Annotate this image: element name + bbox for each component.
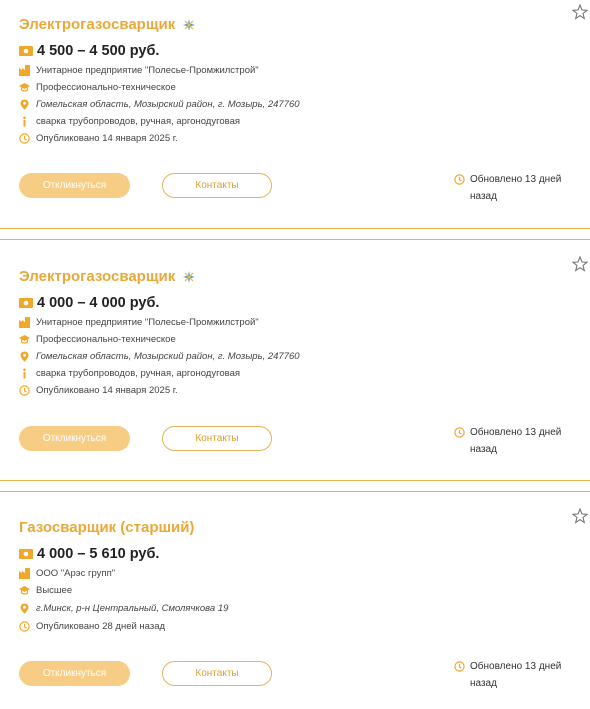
clock-icon (454, 174, 465, 185)
updated-info: Обновлено 13 дней назад (454, 171, 574, 205)
money-icon (19, 46, 33, 56)
skills-text: сварка трубопроводов, ручная, аргонодуго… (36, 116, 240, 127)
updated-info: Обновлено 13 дней назад (454, 658, 574, 692)
updated-line2: назад (470, 678, 497, 689)
published-text: Опубликовано 28 дней назад (36, 621, 166, 632)
skills-row: сварка трубопроводов, ручная, аргонодуго… (19, 368, 240, 379)
company-name[interactable]: Унитарное предприятие "Полесье-Промжилст… (36, 65, 259, 76)
education-text: Высшее (36, 585, 73, 596)
location-icon (20, 99, 29, 110)
updated-line1: Обновлено 13 дней (470, 427, 562, 438)
location-icon (20, 603, 29, 614)
education-text: Профессионально-техническое (36, 334, 176, 345)
star-icon[interactable] (572, 4, 588, 20)
education-row: Высшее (19, 585, 72, 596)
education-row: Профессионально-техническое (19, 82, 176, 93)
respond-button[interactable]: Откликнуться (19, 661, 130, 686)
updated-line2: назад (470, 191, 497, 202)
published-text: Опубликовано 14 января 2025 г. (36, 133, 178, 144)
location-row: Гомельская область, Мозырский район, г. … (19, 99, 300, 110)
card-divider (0, 228, 590, 240)
salary: 4 500 – 4 500 руб. (19, 43, 159, 59)
contacts-button[interactable]: Контакты (162, 661, 272, 686)
spark-icon (183, 18, 196, 31)
salary: 4 000 – 5 610 руб. (19, 546, 159, 562)
star-icon[interactable] (572, 508, 588, 524)
skills-text: сварка трубопроводов, ручная, аргонодуго… (36, 368, 240, 379)
card-divider (0, 480, 590, 492)
respond-button[interactable]: Откликнуться (19, 426, 130, 451)
location-text: Гомельская область, Мозырский район, г. … (36, 351, 300, 362)
money-icon (19, 549, 33, 559)
vacancy-title-text[interactable]: Электрогазосварщик (19, 268, 175, 285)
company-row: Унитарное предприятие "Полесье-Промжилст… (19, 65, 259, 76)
info-icon (23, 368, 26, 379)
info-icon (23, 116, 26, 127)
location-icon (20, 351, 29, 362)
vacancy-card: Газосварщик (старший) 4 000 – 5 610 руб.… (0, 508, 590, 709)
star-icon[interactable] (572, 256, 588, 272)
education-row: Профессионально-техническое (19, 334, 176, 345)
updated-line1: Обновлено 13 дней (470, 174, 562, 185)
updated-line1: Обновлено 13 дней (470, 661, 562, 672)
company-icon (19, 568, 30, 579)
company-name[interactable]: ООО "Арэс групп" (36, 568, 115, 579)
vacancy-title[interactable]: Электрогазосварщик (19, 16, 196, 33)
published-row: Опубликовано 14 января 2025 г. (19, 133, 178, 144)
education-icon (19, 83, 30, 92)
clock-icon (454, 661, 465, 672)
clock-icon (19, 385, 30, 396)
vacancy-title[interactable]: Газосварщик (старший) (19, 519, 194, 536)
vacancy-title-text[interactable]: Газосварщик (старший) (19, 519, 194, 536)
respond-button[interactable]: Откликнуться (19, 173, 130, 198)
company-icon (19, 65, 30, 76)
contacts-button[interactable]: Контакты (162, 173, 272, 198)
spark-icon (183, 270, 196, 283)
salary: 4 000 – 4 000 руб. (19, 295, 159, 311)
salary-text: 4 500 – 4 500 руб. (37, 43, 160, 59)
clock-icon (19, 621, 30, 632)
skills-row: сварка трубопроводов, ручная, аргонодуго… (19, 116, 240, 127)
location-row: г.Минск, р-н Центральный, Смолячкова 19 (19, 603, 228, 614)
education-text: Профессионально-техническое (36, 82, 176, 93)
company-row: ООО "Арэс групп" (19, 568, 115, 579)
published-row: Опубликовано 28 дней назад (19, 621, 165, 632)
salary-text: 4 000 – 4 000 руб. (37, 295, 160, 311)
contacts-button[interactable]: Контакты (162, 426, 272, 451)
updated-line2: назад (470, 444, 497, 455)
vacancy-card: Электрогазосварщик 4 500 – 4 500 руб. Ун… (0, 4, 590, 228)
location-text: Гомельская область, Мозырский район, г. … (36, 99, 300, 110)
company-name[interactable]: Унитарное предприятие "Полесье-Промжилст… (36, 317, 259, 328)
location-row: Гомельская область, Мозырский район, г. … (19, 351, 300, 362)
published-text: Опубликовано 14 января 2025 г. (36, 385, 178, 396)
updated-info: Обновлено 13 дней назад (454, 424, 574, 458)
salary-text: 4 000 – 5 610 руб. (37, 546, 160, 562)
published-row: Опубликовано 14 января 2025 г. (19, 385, 178, 396)
vacancy-title[interactable]: Электрогазосварщик (19, 268, 196, 285)
location-text: г.Минск, р-н Центральный, Смолячкова 19 (36, 603, 229, 614)
clock-icon (454, 427, 465, 438)
vacancy-title-text[interactable]: Электрогазосварщик (19, 16, 175, 33)
education-icon (19, 335, 30, 344)
company-icon (19, 317, 30, 328)
vacancy-card: Электрогазосварщик 4 000 – 4 000 руб. Ун… (0, 256, 590, 480)
clock-icon (19, 133, 30, 144)
company-row: Унитарное предприятие "Полесье-Промжилст… (19, 317, 259, 328)
education-icon (19, 586, 30, 595)
money-icon (19, 298, 33, 308)
